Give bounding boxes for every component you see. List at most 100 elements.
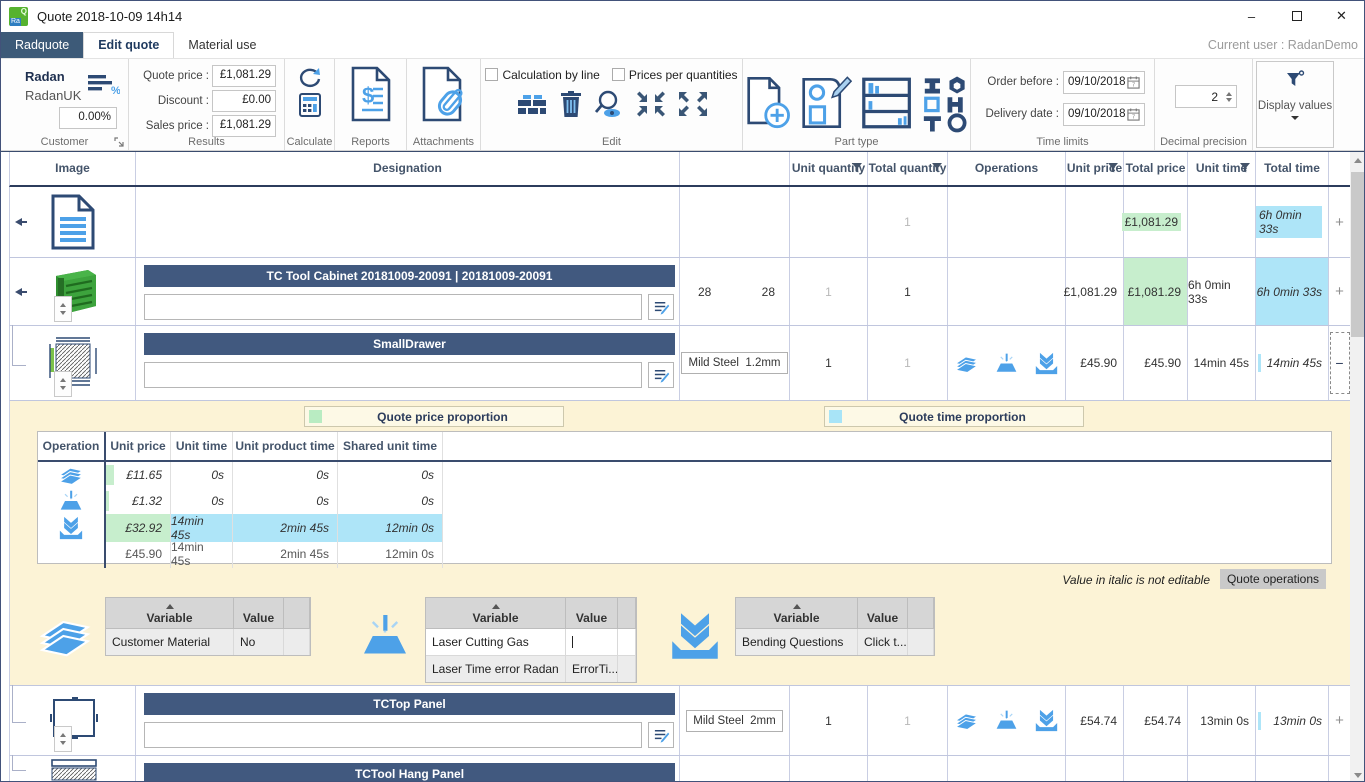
total-price-cell[interactable]: £1,081.29	[1124, 258, 1188, 325]
scroll-down-icon[interactable]	[1354, 773, 1362, 778]
total-quantity-cell[interactable]: 1	[868, 686, 948, 755]
col-operations[interactable]: Operations	[948, 152, 1066, 185]
col-total-quantity[interactable]: Total quantity	[868, 152, 948, 185]
expand-row-button[interactable]: +	[1335, 283, 1344, 300]
total-price-cell[interactable]: £54.74	[1124, 686, 1188, 755]
unit-quantity-cell[interactable]: 1	[790, 258, 868, 325]
quote-operations-label[interactable]: Quote operations	[1220, 569, 1326, 589]
delivery-date-field[interactable]: 09/10/2018	[1063, 103, 1145, 126]
part-row-smalldrawer[interactable]: SmallDrawer Mild Steel 1.2mm 1 1 £45.90 …	[9, 326, 1350, 401]
edit-part-icon[interactable]	[798, 74, 851, 132]
expand-row-button[interactable]: +	[1335, 712, 1344, 729]
laser-operation-icon[interactable]	[993, 709, 1020, 732]
calculate-button[interactable]: Calculate	[285, 59, 335, 150]
quote-price-field[interactable]: £1,081.29	[212, 65, 276, 87]
col-total-price[interactable]: Total price	[1124, 152, 1188, 185]
unit-price-cell[interactable]: £1,081.29	[1066, 258, 1124, 325]
cutting-operation-icon[interactable]	[953, 709, 980, 732]
assembly-row[interactable]: TC Tool Cabinet 20181009-20091 | 2018100…	[9, 258, 1350, 326]
search-view-icon[interactable]	[593, 90, 625, 118]
reports-button[interactable]: $ Reports	[335, 59, 407, 150]
tab-material-use[interactable]: Material use	[174, 33, 270, 58]
part-row-hang-panel[interactable]: TCTool Hang Panel	[9, 756, 1350, 782]
decimal-precision-stepper[interactable]: 2	[1175, 85, 1237, 108]
quantity-stepper[interactable]	[54, 371, 72, 397]
column-filter-icon[interactable]	[1108, 163, 1118, 174]
spin-down-icon[interactable]	[1226, 98, 1232, 102]
unit-time-cell[interactable]: 13min 0s	[1188, 686, 1256, 755]
sales-price-field[interactable]: £1,081.29	[212, 115, 276, 137]
dialog-launcher-icon[interactable]	[114, 137, 124, 147]
expand-row-button[interactable]: +	[1335, 214, 1344, 231]
new-part-icon[interactable]	[743, 74, 790, 132]
delete-trash-icon[interactable]	[559, 91, 583, 118]
tab-edit-quote[interactable]: Edit quote	[83, 32, 174, 58]
prices-per-quantities-checkbox[interactable]: Prices per quantities	[612, 68, 738, 82]
column-filter-icon[interactable]	[1240, 163, 1250, 174]
variable-row[interactable]: Bending QuestionsClick t...	[736, 629, 934, 655]
total-quantity-cell[interactable]: 1	[868, 187, 948, 257]
tab-radquote[interactable]: Radquote	[1, 32, 83, 58]
designation-note-input[interactable]	[144, 362, 642, 388]
assembly-shelf-icon[interactable]	[860, 74, 913, 132]
total-quantity-cell[interactable]: 1	[868, 326, 948, 400]
close-icon[interactable]: ✕	[1319, 1, 1364, 31]
operation-row-laser[interactable]: £1.32 0s 0s 0s	[38, 488, 1331, 514]
notes-button[interactable]	[648, 294, 674, 320]
minimize-icon[interactable]: –	[1229, 1, 1274, 31]
total-quantity-cell[interactable]: 1	[868, 258, 948, 325]
order-before-field[interactable]: 09/10/2018	[1063, 71, 1145, 94]
hardware-icon[interactable]	[921, 73, 970, 133]
collapse-all-icon[interactable]	[635, 90, 667, 118]
unit-quantity-cell[interactable]: 1	[790, 686, 868, 755]
customer-discount-field[interactable]: 0.00%	[59, 107, 117, 129]
variable-row[interactable]: Laser Time error RadanErrorTi...	[426, 656, 636, 682]
col-image[interactable]: Image	[10, 152, 136, 185]
notes-button[interactable]	[648, 362, 674, 388]
variable-row[interactable]: Customer MaterialNo	[106, 629, 310, 655]
expand-all-icon[interactable]	[677, 90, 709, 118]
quantity-stepper[interactable]	[54, 726, 72, 752]
operation-row-bending[interactable]: £32.92 14min 45s 2min 45s 12min 0s	[38, 514, 1331, 540]
designation-note-input[interactable]	[144, 294, 642, 320]
operation-row-cutting[interactable]: £11.65 0s 0s 0s	[38, 462, 1331, 488]
laser-operation-icon[interactable]	[993, 352, 1020, 375]
unit-price-cell[interactable]: £45.90	[1066, 326, 1124, 400]
col-designation[interactable]: Designation	[136, 152, 680, 185]
discount-field[interactable]: £0.00	[212, 90, 276, 112]
column-filter-icon[interactable]	[852, 163, 862, 174]
calculation-by-line-checkbox[interactable]: Calculation by line	[485, 68, 599, 82]
display-values-button[interactable]: Display values	[1256, 61, 1334, 148]
scrollbar-thumb[interactable]	[1351, 172, 1365, 337]
material-box[interactable]: Mild Steel 2mm	[686, 710, 782, 732]
notes-button[interactable]	[648, 722, 674, 748]
variable-row[interactable]: Laser Cutting Gas	[426, 629, 636, 656]
quantity-stepper[interactable]	[54, 296, 72, 322]
bending-operation-icon[interactable]	[1033, 709, 1060, 732]
part-row-tctop-panel[interactable]: TCTop Panel Mild Steel 2mm 1 1 £54.74 £5…	[9, 686, 1350, 756]
col-unit-price[interactable]: Unit price	[1066, 152, 1124, 185]
scroll-up-icon[interactable]	[1350, 152, 1365, 168]
total-time-cell[interactable]: 6h 0min 33s	[1256, 258, 1329, 325]
quote-summary-row[interactable]: 1 £1,081.29 6h 0min 33s +	[9, 187, 1350, 258]
attachments-button[interactable]: Attachments	[407, 59, 481, 150]
maximize-icon[interactable]	[1274, 1, 1319, 31]
build-wall-icon[interactable]	[515, 91, 549, 117]
calendar-icon	[1127, 76, 1140, 89]
unit-price-cell[interactable]: £54.74	[1066, 686, 1124, 755]
col-total-time[interactable]: Total time	[1256, 152, 1329, 185]
col-unit-time[interactable]: Unit time	[1188, 152, 1256, 185]
vertical-scrollbar[interactable]	[1350, 152, 1365, 782]
unit-time-cell[interactable]: 6h 0min 33s	[1188, 258, 1256, 325]
column-filter-icon[interactable]	[932, 163, 942, 174]
bending-operation-icon[interactable]	[1033, 352, 1060, 375]
designation-note-input[interactable]	[144, 722, 642, 748]
collapse-row-button[interactable]: −	[1330, 332, 1350, 394]
col-unit-quantity[interactable]: Unit quantity	[790, 152, 868, 185]
unit-quantity-cell[interactable]: 1	[790, 326, 868, 400]
spin-up-icon[interactable]	[1226, 92, 1232, 96]
material-box[interactable]: Mild Steel 1.2mm	[681, 352, 787, 374]
cutting-operation-icon[interactable]	[953, 352, 980, 375]
unit-time-cell[interactable]: 14min 45s	[1188, 326, 1256, 400]
total-price-cell[interactable]: £45.90	[1124, 326, 1188, 400]
